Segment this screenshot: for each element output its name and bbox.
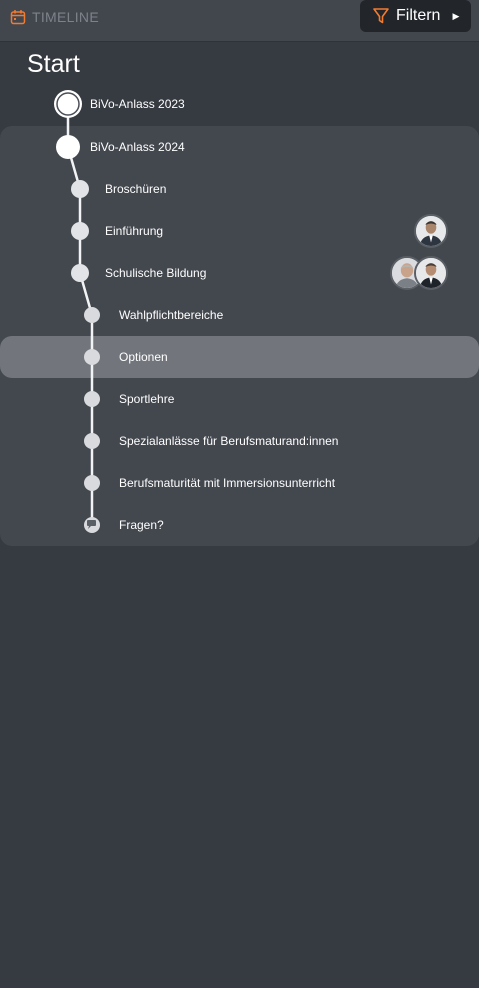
node-einfuehrung	[71, 222, 89, 240]
item-label-spezialanlaesse[interactable]: Spezialanlässe für Berufsmaturand:innen	[119, 434, 338, 448]
item-label-berufsmaturitaet[interactable]: Berufsmaturität mit Immersionsunterricht	[119, 476, 335, 490]
event-label-bivo-2023[interactable]: BiVo-Anlass 2023	[90, 97, 185, 111]
item-label-schulische-bildung[interactable]: Schulische Bildung	[105, 266, 206, 280]
item-label-fragen[interactable]: Fragen?	[119, 518, 164, 532]
node-optionen	[84, 349, 100, 365]
item-label-wahlpflichtbereiche[interactable]: Wahlpflichtbereiche	[119, 308, 223, 322]
event-node-bivo-2023	[54, 90, 82, 118]
node-spezialanlaesse	[84, 433, 100, 449]
node-schulische-bildung	[71, 264, 89, 282]
item-label-optionen[interactable]: Optionen	[119, 350, 168, 364]
item-label-einfuehrung[interactable]: Einführung	[105, 224, 163, 238]
node-wahlpflichtbereiche	[84, 307, 100, 323]
node-sportlehre	[84, 391, 100, 407]
avatar[interactable]	[414, 256, 448, 290]
avatar[interactable]	[414, 214, 448, 248]
event-label-bivo-2024[interactable]: BiVo-Anlass 2024	[90, 140, 185, 154]
person-photo-icon	[416, 216, 446, 246]
item-label-broschueren[interactable]: Broschüren	[105, 182, 166, 196]
node-berufsmaturitaet	[84, 475, 100, 491]
item-label-sportlehre[interactable]: Sportlehre	[119, 392, 174, 406]
node-broschueren	[71, 180, 89, 198]
person-photo-icon	[416, 258, 446, 288]
event-node-bivo-2024	[56, 135, 80, 159]
